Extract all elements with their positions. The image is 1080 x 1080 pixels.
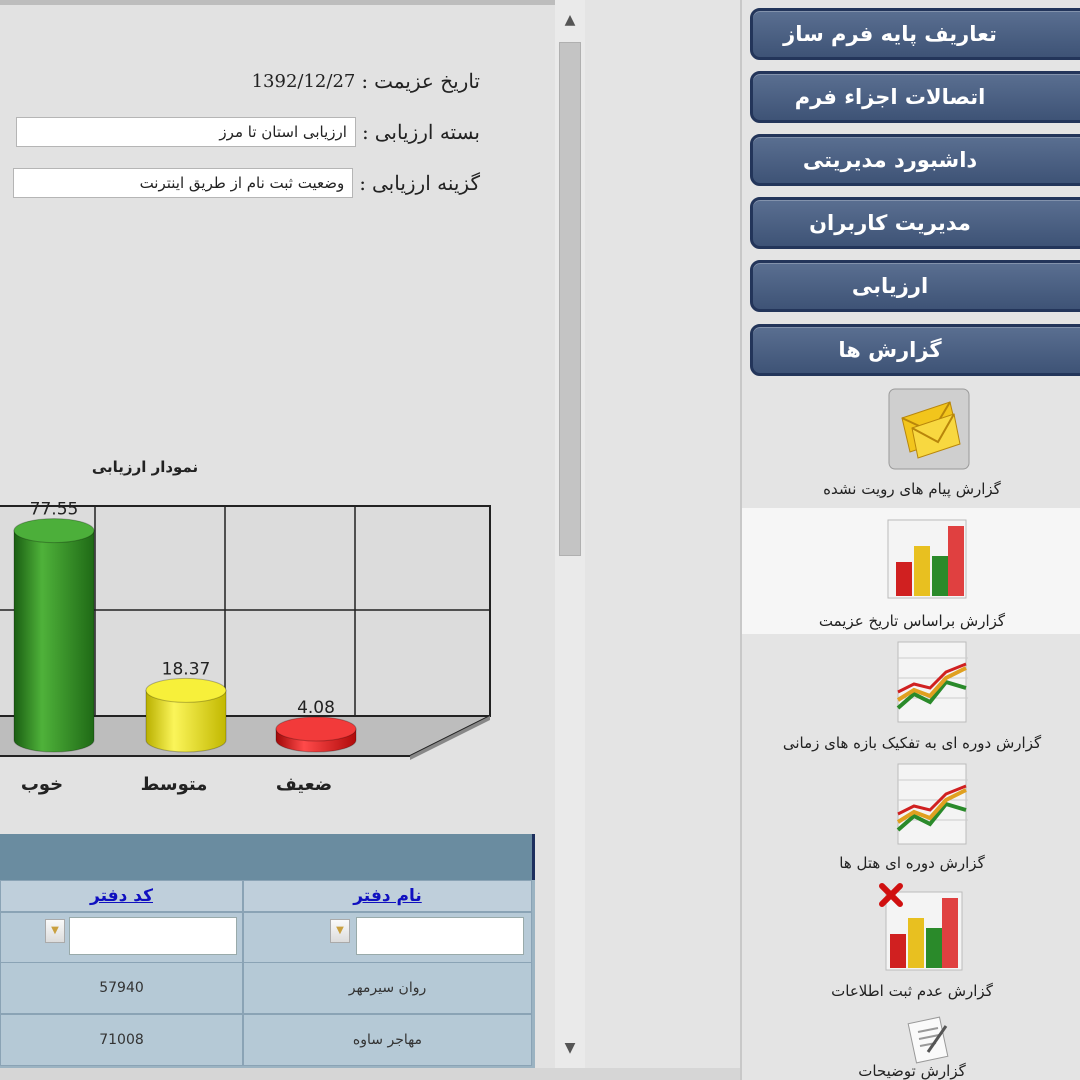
menu-button-evaluation[interactable]: ارزیابی [750, 260, 1080, 312]
chart-bar-top [275, 716, 357, 742]
evaluation-option-field[interactable]: وضعیت ثبت نام از طریق اینترنت [13, 168, 354, 198]
departure-date-value: 1392/12/27 [251, 70, 356, 92]
menu-button-dashboard[interactable]: داشبورد مدیریتی [750, 134, 1080, 186]
column-office-name[interactable]: نام دفتر [243, 880, 532, 912]
chart-data-label: 4.08 [297, 698, 335, 718]
filter-dropdown-icon[interactable]: ▼ [330, 919, 350, 943]
report-label: گزارش براساس تاریخ عزیمت [818, 612, 1006, 630]
report-periodic-time-ranges[interactable]: گزارش دوره ای به تفکیک بازه های زمانی [742, 636, 1080, 758]
evaluation-option-label: گزینه ارزیابی [371, 171, 480, 195]
cell-office-code: 71008 [0, 1014, 243, 1066]
menu-button-reports[interactable]: گزارش ها [750, 324, 1080, 376]
menu-button-label: تعاریف پایه فرم ساز [783, 22, 997, 46]
main-content: تاریخ عزیمت : 1392/12/27 بسته ارزیابی : … [0, 0, 555, 1068]
chart-data-label: 18.37 [162, 659, 211, 679]
chart-bar-top [13, 518, 95, 544]
chart-category-label: خوب [21, 774, 63, 795]
bar-chart-error-icon [879, 883, 963, 971]
departure-date-label: تاریخ عزیمت [374, 69, 480, 93]
report-label: گزارش توضیحات [858, 1062, 966, 1080]
evaluation-option-row: گزینه ارزیابی : وضعیت ثبت نام از طریق ای… [13, 166, 480, 200]
cell-office-name: روان سیرمهر [243, 962, 532, 1014]
pane-divider [585, 0, 740, 1080]
line-chart-icon [896, 641, 968, 723]
colon: : [359, 171, 366, 195]
column-office-code[interactable]: کد دفتر [0, 880, 243, 912]
grid-header-bar [0, 834, 535, 880]
report-label: گزارش دوره ای هتل ها [839, 854, 985, 872]
report-label: گزارش پیام های رویت نشده [823, 480, 1001, 498]
colon: : [361, 69, 369, 93]
cell-office-name: مهاجر ساوه [243, 1014, 532, 1066]
scroll-thumb[interactable] [559, 42, 581, 556]
report-unread-messages[interactable]: گزارش پیام های رویت نشده [742, 380, 1080, 506]
scroll-down-icon[interactable]: ▼ [555, 1028, 585, 1068]
departure-date-row: تاریخ عزیمت : 1392/12/27 [252, 64, 480, 98]
report-label: گزارش عدم ثبت اطلاعات [831, 982, 993, 1000]
evaluation-option-value: وضعیت ثبت نام از طریق اینترنت [139, 174, 345, 192]
evaluation-package-field[interactable]: ارزیابی استان تا مرز [15, 117, 356, 147]
chart-bar-body [13, 530, 95, 753]
report-missing-data[interactable]: گزارش عدم ثبت اطلاعات [742, 878, 1080, 1006]
chart-data-label: 77.55 [30, 500, 79, 520]
evaluation-package-label: بسته ارزیابی [374, 120, 480, 144]
menu-button-form-builder[interactable]: تعاریف پایه فرم ساز [750, 8, 1080, 60]
menu-button-label: اتصالات اجزاء فرم [794, 85, 986, 109]
bar-chart-icon [887, 519, 967, 599]
scroll-up-icon[interactable]: ▲ [555, 0, 585, 40]
evaluation-package-value: ارزیابی استان تا مرز [219, 123, 347, 141]
chart-bar-top [145, 677, 227, 703]
menu-button-label: ارزیابی [851, 274, 929, 298]
filter-name-input[interactable] [356, 917, 524, 955]
notes-icon [907, 1016, 949, 1064]
menu-button-label: گزارش ها [838, 338, 942, 362]
menu-button-label: داشبورد مدیریتی [802, 148, 978, 172]
evaluation-package-row: بسته ارزیابی : ارزیابی استان تا مرز [15, 115, 480, 149]
report-notes[interactable]: گزارش توضیحات [742, 1008, 1080, 1080]
column-office-code-link[interactable]: کد دفتر [90, 886, 153, 906]
menu-button-form-connections[interactable]: اتصالات اجزاء فرم [750, 71, 1080, 123]
side-menu: تعاریف پایه فرم ساز اتصالات اجزاء فرم دا… [740, 0, 1080, 1080]
column-office-name-link[interactable]: نام دفتر [353, 886, 422, 906]
report-label: گزارش دوره ای به تفکیک بازه های زمانی [782, 734, 1042, 752]
cell-office-code: 57940 [0, 962, 243, 1014]
menu-button-label: مدیریت کاربران [809, 211, 971, 235]
top-border [0, 0, 555, 5]
filter-code-input[interactable] [69, 917, 237, 955]
envelope-icon [888, 388, 970, 470]
menu-button-user-management[interactable]: مدیریت کاربران [750, 197, 1080, 249]
chart-category-label: متوسط [141, 774, 208, 795]
vertical-scrollbar[interactable]: ▲ ▼ [555, 0, 585, 1068]
colon: : [361, 120, 369, 144]
evaluation-chart: نمودار ارزیابی 77.55 خوب 18.37 متوسط 4.08 ضعی… [0, 458, 491, 795]
filter-dropdown-icon[interactable]: ▼ [45, 919, 65, 943]
report-by-departure-date[interactable]: گزارش براساس تاریخ عزیمت [742, 508, 1080, 634]
chart-title: نمودار ارزیابی [92, 458, 198, 476]
bottom-strip [0, 1068, 740, 1080]
line-chart-icon [896, 763, 968, 845]
chart-category-label: ضعیف [276, 774, 332, 795]
offices-grid: نام دفتر کد دفتر ▼ ▼ روان سیرمهر 57940 م… [0, 834, 535, 1068]
report-periodic-hotels[interactable]: گزارش دوره ای هتل ها [742, 758, 1080, 876]
